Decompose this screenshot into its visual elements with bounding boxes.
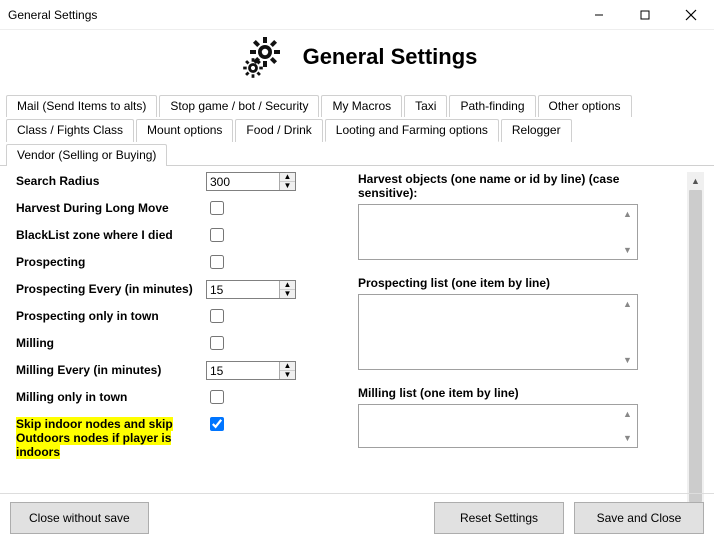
search-radius-input[interactable]: ▲ ▼ [206, 172, 296, 191]
milling-list-textarea[interactable]: ▲ ▼ [358, 404, 638, 448]
tab-9[interactable]: Looting and Farming options [325, 119, 499, 142]
harvest-list-textarea[interactable]: ▲ ▼ [358, 204, 638, 260]
reset-settings-button[interactable]: Reset Settings [434, 502, 564, 534]
skip-indoor-checkbox[interactable] [210, 417, 224, 431]
label-prospecting-list: Prospecting list (one item by line) [358, 276, 665, 290]
spin-down-icon[interactable]: ▼ [280, 182, 295, 190]
tab-11[interactable]: Vendor (Selling or Buying) [6, 144, 167, 166]
label-search-radius: Search Radius [16, 172, 206, 188]
prospecting-every-input[interactable]: ▲ ▼ [206, 280, 296, 299]
row-prospecting: Prospecting [16, 253, 346, 272]
page-title: General Settings [303, 44, 478, 70]
vertical-scrollbar[interactable]: ▲ ▼ [687, 172, 704, 520]
footer-bar: Close without save Reset Settings Save a… [0, 493, 714, 544]
tab-10[interactable]: Relogger [501, 119, 572, 142]
minimize-button[interactable] [576, 0, 622, 29]
minimize-icon [594, 10, 604, 20]
row-search-radius: Search Radius ▲ ▼ [16, 172, 346, 191]
scroll-up-icon[interactable]: ▲ [619, 406, 636, 422]
prospecting-every-field[interactable] [207, 281, 279, 298]
tab-3[interactable]: Taxi [404, 95, 447, 117]
tab-7[interactable]: Mount options [136, 119, 233, 142]
maximize-icon [640, 10, 650, 20]
close-without-save-button[interactable]: Close without save [10, 502, 149, 534]
row-skip-indoor: Skip indoor nodes and skip Outdoors node… [16, 415, 346, 459]
maximize-button[interactable] [622, 0, 668, 29]
tab-bar: Mail (Send Items to alts)Stop game / bot… [0, 92, 714, 166]
label-prospecting: Prospecting [16, 253, 206, 269]
tab-4[interactable]: Path-finding [449, 95, 535, 117]
label-harvest-long-move: Harvest During Long Move [16, 199, 206, 215]
window-controls [576, 0, 714, 29]
right-column: Harvest objects (one name or id by line)… [358, 172, 675, 520]
scroll-up-icon[interactable]: ▲ [687, 172, 704, 189]
prospecting-list-textarea[interactable]: ▲ ▼ [358, 294, 638, 370]
left-column: Search Radius ▲ ▼ Harvest During Long Mo… [16, 172, 346, 520]
scroll-down-icon[interactable]: ▼ [619, 430, 636, 446]
scroll-up-icon[interactable]: ▲ [619, 296, 636, 312]
milling-town-checkbox[interactable] [210, 390, 224, 404]
content-area: Search Radius ▲ ▼ Harvest During Long Mo… [0, 166, 714, 520]
tab-5[interactable]: Other options [538, 95, 632, 117]
gear-icon [237, 34, 293, 80]
label-milling-list: Milling list (one item by line) [358, 386, 665, 400]
blacklist-died-checkbox[interactable] [210, 228, 224, 242]
page-header: General Settings [0, 30, 714, 92]
label-harvest-list: Harvest objects (one name or id by line)… [358, 172, 665, 200]
milling-every-field[interactable] [207, 362, 279, 379]
row-prospecting-town: Prospecting only in town [16, 307, 346, 326]
scroll-down-icon[interactable]: ▼ [619, 352, 636, 368]
title-bar: General Settings [0, 0, 714, 30]
label-milling-town: Milling only in town [16, 388, 206, 404]
spin-down-icon[interactable]: ▼ [280, 290, 295, 298]
tab-1[interactable]: Stop game / bot / Security [159, 95, 319, 117]
close-icon [685, 9, 697, 21]
tab-2[interactable]: My Macros [321, 95, 402, 117]
save-and-close-button[interactable]: Save and Close [574, 502, 704, 534]
scroll-down-icon[interactable]: ▼ [619, 242, 636, 258]
row-harvest-long-move: Harvest During Long Move [16, 199, 346, 218]
row-milling-every: Milling Every (in minutes) ▲ ▼ [16, 361, 346, 380]
label-prospecting-town: Prospecting only in town [16, 307, 206, 323]
row-blacklist-died: BlackList zone where I died [16, 226, 346, 245]
label-milling-every: Milling Every (in minutes) [16, 361, 206, 377]
label-prospecting-every: Prospecting Every (in minutes) [16, 280, 206, 296]
tab-6[interactable]: Class / Fights Class [6, 119, 134, 142]
tab-0[interactable]: Mail (Send Items to alts) [6, 95, 157, 117]
milling-every-input[interactable]: ▲ ▼ [206, 361, 296, 380]
prospecting-checkbox[interactable] [210, 255, 224, 269]
row-milling-town: Milling only in town [16, 388, 346, 407]
spin-down-icon[interactable]: ▼ [280, 371, 295, 379]
label-milling: Milling [16, 334, 206, 350]
scroll-up-icon[interactable]: ▲ [619, 206, 636, 222]
close-button[interactable] [668, 0, 714, 29]
row-milling: Milling [16, 334, 346, 353]
label-blacklist-died: BlackList zone where I died [16, 226, 206, 242]
window-title: General Settings [8, 8, 576, 22]
search-radius-field[interactable] [207, 173, 279, 190]
prospecting-town-checkbox[interactable] [210, 309, 224, 323]
row-prospecting-every: Prospecting Every (in minutes) ▲ ▼ [16, 280, 346, 299]
scrollbar-thumb[interactable] [689, 190, 702, 502]
label-skip-indoor: Skip indoor nodes and skip Outdoors node… [16, 417, 173, 459]
milling-checkbox[interactable] [210, 336, 224, 350]
harvest-long-move-checkbox[interactable] [210, 201, 224, 215]
tab-8[interactable]: Food / Drink [235, 119, 322, 142]
